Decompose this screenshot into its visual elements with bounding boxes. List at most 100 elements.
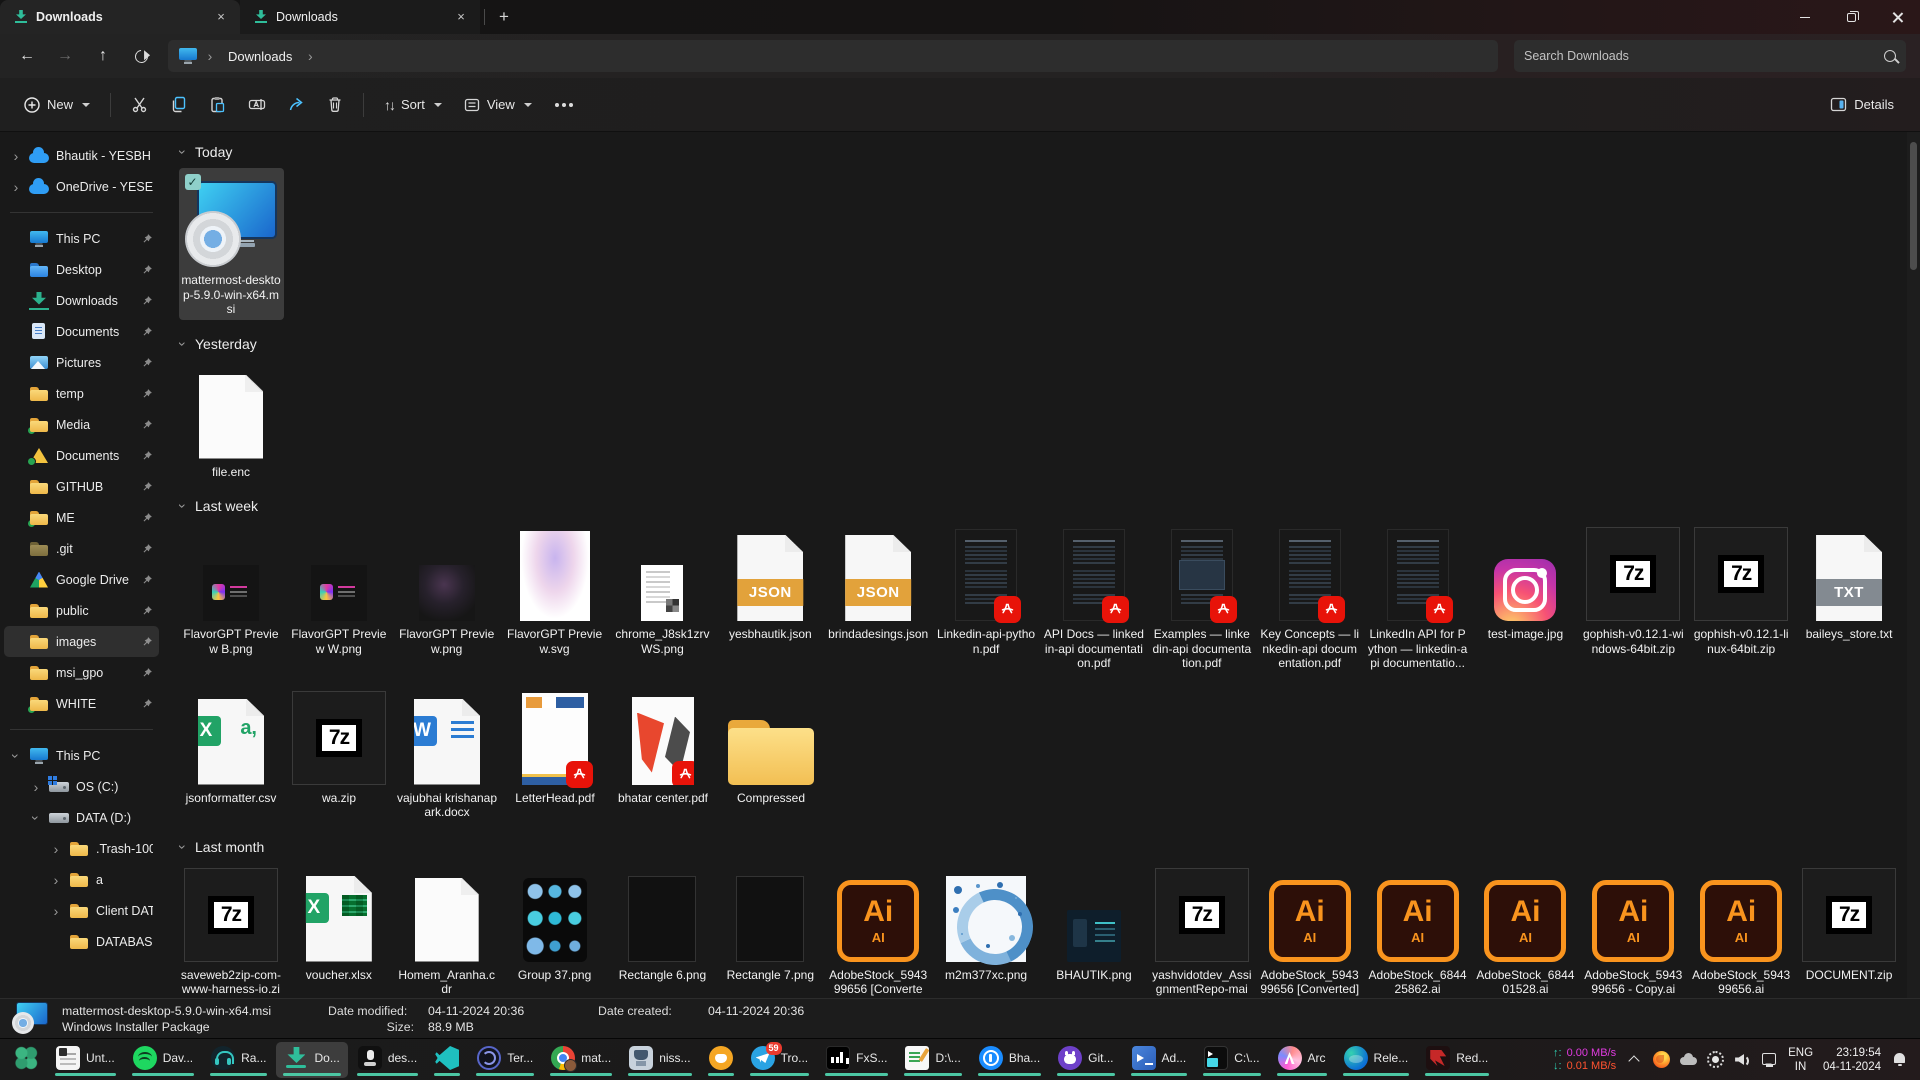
brightness-icon[interactable] — [1707, 1051, 1724, 1068]
file-tile-adobestock-594399656-copy-ai[interactable]: AiAIAdobeStock_594399656 - Copy.ai — [1581, 863, 1686, 999]
breadcrumb[interactable]: › Downloads › — [168, 40, 1498, 72]
chevron-right-icon[interactable]: › — [30, 780, 42, 794]
section-header-today[interactable]: ›Today — [177, 138, 1903, 166]
chevron-down-icon[interactable]: › — [29, 812, 43, 824]
chevron-right-icon[interactable]: › — [50, 842, 62, 856]
sidebar-item-downloads[interactable]: Downloads — [4, 285, 159, 316]
tab-close-button[interactable]: × — [212, 8, 230, 26]
rename-button[interactable] — [238, 88, 276, 121]
file-tile-yashvidotdev-assignmentrepo-main-zip[interactable]: 7zyashvidotdev_AssignmentRepo-main.zip — [1149, 863, 1254, 999]
file-tile-linkedin-api-for-python-linkedin-api-documentatio[interactable]: LinkedIn API for Python — linkedin-api d… — [1365, 522, 1470, 674]
file-tile-key-concepts-linkedin-api-documentation-pdf[interactable]: Key Concepts — linkedin-api documentatio… — [1257, 522, 1362, 674]
taskbar-bha[interactable]: Bha... — [971, 1042, 1048, 1078]
tray-expand-icon[interactable] — [1626, 1051, 1643, 1068]
taskbar-d[interactable]: D:\... — [897, 1042, 968, 1078]
file-tile-adobestock-684401528-ai[interactable]: AiAIAdobeStock_684401528.ai — [1473, 863, 1578, 999]
vertical-scrollbar[interactable] — [1907, 132, 1920, 998]
taskbar-ter[interactable]: Ter... — [469, 1042, 541, 1078]
breadcrumb-item-downloads[interactable]: Downloads — [222, 47, 298, 66]
file-tile-adobestock-594399656-ai[interactable]: AiAIAdobeStock_594399656.ai — [1689, 863, 1794, 999]
sidebar-item-os-c[interactable]: ›OS (C:) — [4, 771, 159, 802]
file-tile-wa-zip[interactable]: 7zwa.zip — [287, 686, 392, 809]
file-tile-m2m377xc-png[interactable]: m2m377xc.png — [934, 863, 1039, 986]
more-options-button[interactable] — [544, 95, 584, 115]
taskbar-fxs[interactable]: FxS... — [818, 1042, 895, 1078]
chevron-right-icon[interactable]: › — [50, 873, 62, 887]
file-tile-chrome-j8sk1zrvws-png[interactable]: chrome_J8sk1zrvWS.png — [610, 522, 715, 659]
up-button[interactable]: ↑ — [86, 41, 120, 71]
search-input[interactable] — [1524, 49, 1884, 63]
sidebar-item-bhautik-yesbh[interactable]: ›Bhautik - YESBH — [4, 140, 159, 171]
file-tile-api-docs-linkedin-api-documentation-pdf[interactable]: API Docs — linkedin-api documentation.pd… — [1042, 522, 1147, 674]
file-tile-yesbhautik-json[interactable]: JSONyesbhautik.json — [718, 522, 823, 645]
sidebar-item-github[interactable]: GITHUB — [4, 471, 159, 502]
sidebar-item-data-d[interactable]: ›DATA (D:) — [4, 802, 159, 833]
file-tile-gophish-v0-12-1-windows-64bit-zip[interactable]: 7zgophish-v0.12.1-windows-64bit.zip — [1581, 522, 1686, 659]
file-tile-document-zip[interactable]: 7zDOCUMENT.zip — [1797, 863, 1902, 986]
taskbar-rele[interactable]: Rele... — [1336, 1042, 1417, 1078]
delete-button[interactable] — [317, 88, 353, 121]
file-tile-adobestock-684425862-ai[interactable]: AiAIAdobeStock_684425862.ai — [1365, 863, 1470, 999]
explorer-tab-2[interactable]: Downloads× — [240, 0, 480, 34]
file-tile-homem-aranha-cdr[interactable]: Homem_Aranha.cdr — [394, 863, 499, 999]
view-button[interactable]: View — [454, 89, 542, 121]
paste-button[interactable] — [199, 88, 236, 121]
file-tile-examples-linkedin-api-documentation-pdf[interactable]: Examples — linkedin-api documentation.pd… — [1149, 522, 1254, 674]
sidebar-item-images[interactable]: images — [4, 626, 159, 657]
file-tile-jsonformatter-csv[interactable]: Xa,jsonformatter.csv — [179, 686, 284, 809]
sidebar-item-git[interactable]: .git — [4, 533, 159, 564]
sidebar-item-this-pc[interactable]: ›This PC — [4, 740, 159, 771]
file-tile-flavorgpt-preview-png[interactable]: FlavorGPT Preview.png — [394, 522, 499, 659]
sidebar-item-desktop[interactable]: Desktop — [4, 254, 159, 285]
sidebar-item-documents[interactable]: Documents — [4, 440, 159, 471]
file-tile-rectangle-6-png[interactable]: Rectangle 6.png — [610, 863, 715, 986]
file-tile-bhautik-png[interactable]: BHAUTIK.png — [1042, 863, 1147, 986]
close-button[interactable] — [1874, 0, 1920, 34]
chevron-down-icon[interactable]: › — [9, 750, 23, 762]
display-icon[interactable] — [1761, 1051, 1778, 1068]
file-tile-voucher-xlsx[interactable]: Xvoucher.xlsx — [286, 863, 391, 986]
file-tile-flavorgpt-preview-b-png[interactable]: FlavorGPT Preview B.png — [179, 522, 284, 659]
section-header-yesterday[interactable]: ›Yesterday — [177, 330, 1903, 358]
explorer-tab-1[interactable]: Downloads× — [0, 0, 240, 34]
section-header-last-month[interactable]: ›Last month — [177, 833, 1903, 861]
taskbar-do[interactable]: Do... — [276, 1042, 347, 1078]
file-tile-letterhead-pdf[interactable]: LetterHead.pdf — [503, 686, 608, 809]
file-tile-flavorgpt-preview-svg[interactable]: FlavorGPT Preview.svg — [502, 522, 607, 659]
file-tile-flavorgpt-preview-w-png[interactable]: FlavorGPT Preview W.png — [286, 522, 391, 659]
chevron-right-icon[interactable]: › — [50, 904, 62, 918]
cut-button[interactable] — [121, 88, 158, 121]
file-tile-test-image-jpg[interactable]: test-image.jpg — [1473, 522, 1578, 645]
sort-button[interactable]: ↑↓ Sort — [374, 89, 452, 121]
file-tile-rectangle-7-png[interactable]: Rectangle 7.png — [718, 863, 823, 986]
taskbar-git[interactable]: Git... — [1050, 1042, 1121, 1078]
new-button[interactable]: New — [14, 89, 100, 121]
start-button[interactable] — [6, 1042, 46, 1078]
sidebar-item-this-pc[interactable]: This PC — [4, 223, 159, 254]
network-speed-widget[interactable]: ↑:0.00 MB/s ↓:0.01 MB/s — [1553, 1047, 1616, 1073]
taskbar-niss[interactable]: niss... — [621, 1042, 698, 1078]
section-header-last-week[interactable]: ›Last week — [177, 492, 1903, 520]
taskbar-red[interactable]: Red... — [1418, 1042, 1496, 1078]
firefox-tray-icon[interactable] — [1653, 1051, 1670, 1068]
clock[interactable]: 23:19:54 04-11-2024 — [1823, 1046, 1881, 1074]
sidebar-item-a[interactable]: ›a — [4, 864, 159, 895]
file-tile-adobestock-594399656-converted-ai[interactable]: AiAIAdobeStock_594399656 [Converted].ai — [826, 863, 931, 999]
sidebar-item-me[interactable]: ME — [4, 502, 159, 533]
maximize-button[interactable] — [1828, 0, 1874, 34]
taskbar-ra[interactable]: Ra... — [203, 1042, 274, 1078]
share-button[interactable] — [278, 88, 315, 121]
file-tile-bhatar-center-pdf[interactable]: bhatar center.pdf — [611, 686, 716, 809]
taskbar-unt[interactable]: Unt... — [48, 1042, 123, 1078]
notification-bell-icon[interactable] — [1891, 1051, 1908, 1068]
taskbar-discord[interactable] — [701, 1042, 741, 1078]
taskbar-dav[interactable]: Dav... — [125, 1042, 201, 1078]
sidebar-item-pictures[interactable]: Pictures — [4, 347, 159, 378]
file-tile-linkedin-api-python-pdf[interactable]: Linkedin-api-python.pdf — [934, 522, 1039, 659]
tab-close-button[interactable]: × — [452, 8, 470, 26]
refresh-button[interactable] — [124, 41, 158, 71]
file-tile-group-37-png[interactable]: Group 37.png — [502, 863, 607, 986]
taskbar-tro[interactable]: 59Tro... — [743, 1042, 817, 1078]
sidebar-item-temp[interactable]: temp — [4, 378, 159, 409]
cloud-tray-icon[interactable] — [1680, 1051, 1697, 1068]
